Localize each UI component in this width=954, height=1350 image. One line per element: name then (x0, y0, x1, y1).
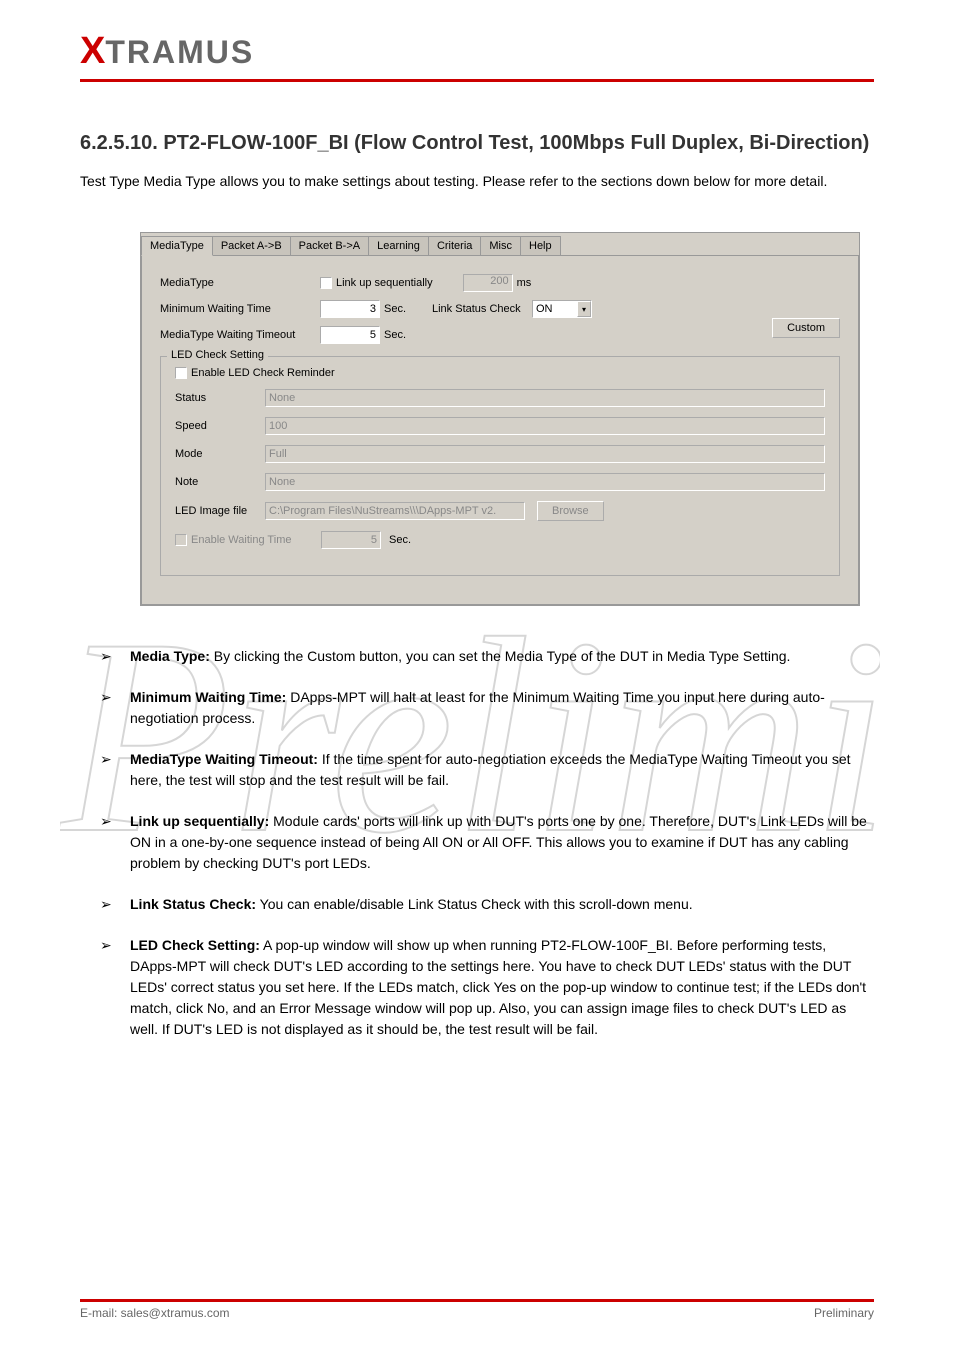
bullet-icon: ➢ (100, 687, 130, 729)
section-heading: 6.2.5.10. PT2-FLOW-100F_BI (Flow Control… (80, 132, 874, 155)
bullet-icon: ➢ (100, 811, 130, 874)
led-image-input (265, 502, 525, 520)
logo: XTRAMUS (80, 30, 874, 73)
bullet-item: ➢Link Status Check: You can enable/disab… (100, 894, 874, 915)
tab-packet-ba[interactable]: Packet B->A (290, 236, 369, 255)
browse-button[interactable]: Browse (537, 501, 604, 521)
status-label: Status (175, 392, 265, 404)
enable-wait-input (321, 531, 381, 549)
link-status-select[interactable]: ON ▾ (532, 300, 592, 318)
bullet-icon: ➢ (100, 894, 130, 915)
min-wait-input[interactable] (320, 300, 380, 318)
link-seq-checkbox[interactable] (320, 277, 332, 289)
enable-wait-label: Enable Waiting Time (191, 534, 321, 546)
tab-bar: MediaType Packet A->B Packet B->A Learni… (141, 233, 859, 255)
bullet-icon: ➢ (100, 646, 130, 667)
bullet-label: Media Type: (130, 648, 210, 664)
footer-left: E-mail: sales@xtramus.com (80, 1306, 230, 1320)
bullet-body: By clicking the Custom button, you can s… (214, 648, 791, 664)
header-rule (80, 79, 874, 82)
custom-button[interactable]: Custom (772, 318, 840, 338)
bullet-icon: ➢ (100, 749, 130, 791)
mode-label: Mode (175, 448, 265, 460)
note-input (265, 473, 825, 491)
footer: E-mail: sales@xtramus.com Preliminary (80, 1299, 874, 1320)
bullet-icon: ➢ (100, 935, 130, 1040)
led-check-fieldset: LED Check Setting Enable LED Check Remin… (160, 356, 840, 576)
bullet-item: ➢Minimum Waiting Time: DApps-MPT will ha… (100, 687, 874, 729)
bullet-item: ➢Link up sequentially: Module cards' por… (100, 811, 874, 874)
bullet-item: ➢LED Check Setting: A pop-up window will… (100, 935, 874, 1040)
link-seq-value[interactable]: 200 (463, 274, 513, 292)
note-label: Note (175, 476, 265, 488)
bullet-item: ➢Media Type: By clicking the Custom butt… (100, 646, 874, 667)
led-check-legend: LED Check Setting (167, 349, 268, 361)
tab-criteria[interactable]: Criteria (428, 236, 481, 255)
link-status-label: Link Status Check (432, 303, 532, 315)
min-wait-label: Minimum Waiting Time (160, 303, 320, 315)
chevron-down-icon: ▾ (577, 301, 591, 317)
intro-text: Test Type Media Type allows you to make … (80, 171, 874, 192)
tab-mediatype[interactable]: MediaType (141, 236, 213, 256)
speed-label: Speed (175, 420, 265, 432)
heading-title: PT2-FLOW-100F_BI (Flow Control Test, 100… (163, 132, 869, 154)
link-seq-label: Link up sequentially (336, 277, 433, 289)
tab-misc[interactable]: Misc (480, 236, 521, 255)
speed-input (265, 417, 825, 435)
bullet-label: Minimum Waiting Time: (130, 689, 286, 705)
bullet-body: You can enable/disable Link Status Check… (260, 896, 693, 912)
bullet-label: Link up sequentially: (130, 813, 269, 829)
enable-wait-checkbox (175, 534, 187, 546)
mt-timeout-input[interactable] (320, 326, 380, 344)
enable-led-label: Enable LED Check Reminder (191, 367, 335, 379)
enable-led-checkbox[interactable] (175, 367, 187, 379)
ms-label: ms (517, 277, 532, 289)
heading-num: 6.2.5.10. (80, 132, 158, 154)
tab-packet-ab[interactable]: Packet A->B (212, 236, 291, 255)
bullet-label: MediaType Waiting Timeout: (130, 751, 318, 767)
mt-timeout-label: MediaType Waiting Timeout (160, 329, 320, 341)
link-status-value: ON (536, 303, 553, 315)
bullet-list: ➢Media Type: By clicking the Custom butt… (80, 646, 874, 1040)
bullet-label: Link Status Check: (130, 896, 256, 912)
tab-body: MediaType Link up sequentially 200 ms Mi… (141, 255, 859, 605)
footer-rule (80, 1299, 874, 1302)
sec-label-1: Sec. (384, 303, 424, 315)
tab-help[interactable]: Help (520, 236, 561, 255)
logo-rest: TRAMUS (105, 34, 254, 70)
bullet-label: LED Check Setting: (130, 937, 260, 953)
sec-label-2: Sec. (384, 329, 406, 341)
footer-right: Preliminary (814, 1306, 874, 1320)
bullet-item: ➢MediaType Waiting Timeout: If the time … (100, 749, 874, 791)
settings-panel: MediaType Packet A->B Packet B->A Learni… (140, 232, 860, 606)
sec-label-3: Sec. (389, 534, 411, 546)
tab-learning[interactable]: Learning (368, 236, 429, 255)
mode-input (265, 445, 825, 463)
led-image-label: LED Image file (175, 505, 265, 517)
mediatype-label: MediaType (160, 277, 320, 289)
status-input (265, 389, 825, 407)
logo-x: X (80, 30, 105, 72)
